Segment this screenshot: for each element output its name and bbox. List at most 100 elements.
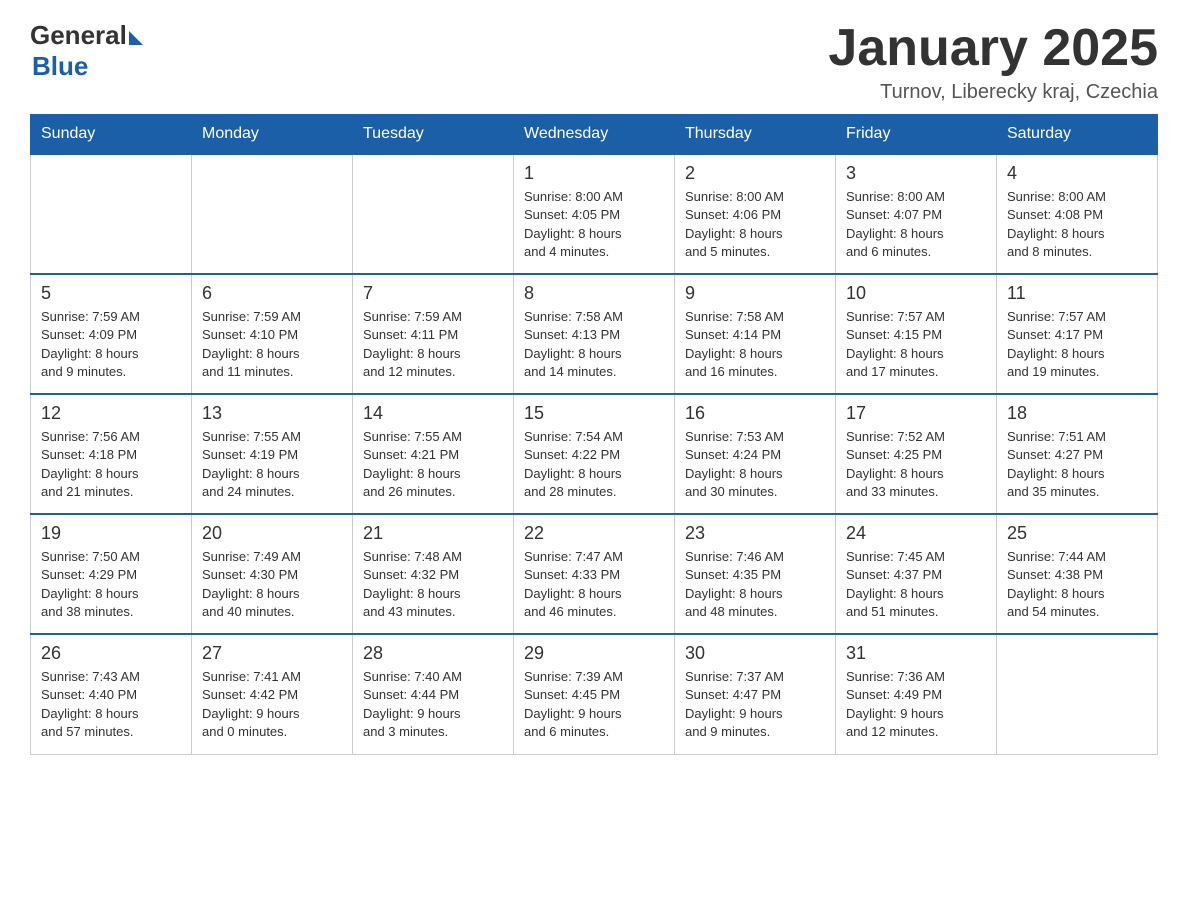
day-number: 1 (524, 163, 664, 184)
day-info: Sunrise: 7:49 AM Sunset: 4:30 PM Dayligh… (202, 548, 342, 621)
calendar-cell: 13 Sunrise: 7:55 AM Sunset: 4:19 PM Dayli… (192, 394, 353, 514)
day-info: Sunrise: 7:43 AM Sunset: 4:40 PM Dayligh… (41, 668, 181, 741)
day-number: 15 (524, 403, 664, 424)
calendar-cell: 18 Sunrise: 7:51 AM Sunset: 4:27 PM Dayli… (997, 394, 1158, 514)
week-row-5: 26Sunrise: 7:43 AM Sunset: 4:40 PM Dayli… (31, 634, 1158, 754)
day-info: Sunrise: 7:53 AM Sunset: 4:24 PM Dayligh… (685, 428, 825, 501)
day-info: Sunrise: 7:37 AM Sunset: 4:47 PM Dayligh… (685, 668, 825, 741)
calendar-cell: 16 Sunrise: 7:53 AM Sunset: 4:24 PM Dayli… (675, 394, 836, 514)
day-number: 6 (202, 283, 342, 304)
day-info: Sunrise: 7:51 AM Sunset: 4:27 PM Dayligh… (1007, 428, 1147, 501)
day-number: 16 (685, 403, 825, 424)
day-number: 28 (363, 643, 503, 664)
day-number: 8 (524, 283, 664, 304)
calendar-cell: 7 Sunrise: 7:59 AM Sunset: 4:11 PM Daylig… (353, 274, 514, 394)
calendar-cell: 20 Sunrise: 7:49 AM Sunset: 4:30 PM Dayli… (192, 514, 353, 634)
col-header-saturday: Saturday (997, 115, 1158, 155)
calendar-cell: 1 Sunrise: 8:00 AM Sunset: 4:05 PM Daylig… (514, 154, 675, 274)
week-row-4: 19Sunrise: 7:50 AM Sunset: 4:29 PM Dayli… (31, 514, 1158, 634)
day-info: Sunrise: 7:44 AM Sunset: 4:38 PM Dayligh… (1007, 548, 1147, 621)
day-number: 12 (41, 403, 181, 424)
day-info: Sunrise: 7:52 AM Sunset: 4:25 PM Dayligh… (846, 428, 986, 501)
calendar-table: SundayMondayTuesdayWednesdayThursdayFrid… (30, 114, 1158, 755)
day-number: 20 (202, 523, 342, 544)
calendar-cell: 11 Sunrise: 7:57 AM Sunset: 4:17 PM Dayli… (997, 274, 1158, 394)
calendar-header-row: SundayMondayTuesdayWednesdayThursdayFrid… (31, 115, 1158, 155)
day-number: 7 (363, 283, 503, 304)
title-section: January 2025 Turnov, Liberecky kraj, Cze… (828, 20, 1158, 104)
day-number: 19 (41, 523, 181, 544)
calendar-cell: 29Sunrise: 7:39 AM Sunset: 4:45 PM Dayli… (514, 634, 675, 754)
calendar-cell: 27 Sunrise: 7:41 AM Sunset: 4:42 PM Dayli… (192, 634, 353, 754)
week-row-3: 12 Sunrise: 7:56 AM Sunset: 4:18 PM Dayli… (31, 394, 1158, 514)
logo: General Blue (30, 20, 143, 82)
day-info: Sunrise: 7:56 AM Sunset: 4:18 PM Dayligh… (41, 428, 181, 501)
calendar-cell: 9Sunrise: 7:58 AM Sunset: 4:14 PM Daylig… (675, 274, 836, 394)
day-info: Sunrise: 8:00 AM Sunset: 4:08 PM Dayligh… (1007, 188, 1147, 261)
day-info: Sunrise: 7:57 AM Sunset: 4:15 PM Dayligh… (846, 308, 986, 381)
calendar-cell: 5 Sunrise: 7:59 AM Sunset: 4:09 PM Daylig… (31, 274, 192, 394)
day-number: 3 (846, 163, 986, 184)
calendar-cell: 3 Sunrise: 8:00 AM Sunset: 4:07 PM Daylig… (836, 154, 997, 274)
location-title: Turnov, Liberecky kraj, Czechia (828, 81, 1158, 104)
day-info: Sunrise: 7:40 AM Sunset: 4:44 PM Dayligh… (363, 668, 503, 741)
day-number: 18 (1007, 403, 1147, 424)
logo-blue-text: Blue (32, 51, 88, 82)
day-number: 29 (524, 643, 664, 664)
calendar-cell (997, 634, 1158, 754)
logo-arrow-icon (129, 31, 143, 45)
calendar-cell: 19Sunrise: 7:50 AM Sunset: 4:29 PM Dayli… (31, 514, 192, 634)
logo-general-text: General (30, 20, 127, 51)
day-number: 31 (846, 643, 986, 664)
day-info: Sunrise: 7:59 AM Sunset: 4:09 PM Dayligh… (41, 308, 181, 381)
day-info: Sunrise: 7:47 AM Sunset: 4:33 PM Dayligh… (524, 548, 664, 621)
week-row-1: 1 Sunrise: 8:00 AM Sunset: 4:05 PM Daylig… (31, 154, 1158, 274)
day-number: 9 (685, 283, 825, 304)
col-header-friday: Friday (836, 115, 997, 155)
calendar-cell: 21 Sunrise: 7:48 AM Sunset: 4:32 PM Dayli… (353, 514, 514, 634)
calendar-cell: 28 Sunrise: 7:40 AM Sunset: 4:44 PM Dayli… (353, 634, 514, 754)
day-info: Sunrise: 7:45 AM Sunset: 4:37 PM Dayligh… (846, 548, 986, 621)
week-row-2: 5 Sunrise: 7:59 AM Sunset: 4:09 PM Daylig… (31, 274, 1158, 394)
day-info: Sunrise: 7:41 AM Sunset: 4:42 PM Dayligh… (202, 668, 342, 741)
day-info: Sunrise: 7:46 AM Sunset: 4:35 PM Dayligh… (685, 548, 825, 621)
day-number: 25 (1007, 523, 1147, 544)
day-info: Sunrise: 7:57 AM Sunset: 4:17 PM Dayligh… (1007, 308, 1147, 381)
day-info: Sunrise: 8:00 AM Sunset: 4:05 PM Dayligh… (524, 188, 664, 261)
day-info: Sunrise: 7:48 AM Sunset: 4:32 PM Dayligh… (363, 548, 503, 621)
calendar-cell: 23 Sunrise: 7:46 AM Sunset: 4:35 PM Dayli… (675, 514, 836, 634)
day-info: Sunrise: 7:54 AM Sunset: 4:22 PM Dayligh… (524, 428, 664, 501)
day-number: 13 (202, 403, 342, 424)
day-info: Sunrise: 7:55 AM Sunset: 4:19 PM Dayligh… (202, 428, 342, 501)
day-info: Sunrise: 7:58 AM Sunset: 4:13 PM Dayligh… (524, 308, 664, 381)
col-header-thursday: Thursday (675, 115, 836, 155)
calendar-cell: 31Sunrise: 7:36 AM Sunset: 4:49 PM Dayli… (836, 634, 997, 754)
day-number: 11 (1007, 283, 1147, 304)
calendar-cell: 30 Sunrise: 7:37 AM Sunset: 4:47 PM Dayli… (675, 634, 836, 754)
col-header-monday: Monday (192, 115, 353, 155)
day-info: Sunrise: 7:59 AM Sunset: 4:10 PM Dayligh… (202, 308, 342, 381)
day-number: 2 (685, 163, 825, 184)
day-number: 5 (41, 283, 181, 304)
calendar-cell: 6 Sunrise: 7:59 AM Sunset: 4:10 PM Daylig… (192, 274, 353, 394)
col-header-sunday: Sunday (31, 115, 192, 155)
day-info: Sunrise: 8:00 AM Sunset: 4:07 PM Dayligh… (846, 188, 986, 261)
month-title: January 2025 (828, 20, 1158, 77)
day-number: 21 (363, 523, 503, 544)
day-number: 24 (846, 523, 986, 544)
calendar-cell (192, 154, 353, 274)
calendar-cell: 26Sunrise: 7:43 AM Sunset: 4:40 PM Dayli… (31, 634, 192, 754)
calendar-cell: 8 Sunrise: 7:58 AM Sunset: 4:13 PM Daylig… (514, 274, 675, 394)
calendar-cell (353, 154, 514, 274)
page-header: General Blue January 2025 Turnov, Libere… (30, 20, 1158, 104)
day-number: 27 (202, 643, 342, 664)
day-info: Sunrise: 7:59 AM Sunset: 4:11 PM Dayligh… (363, 308, 503, 381)
calendar-cell: 22Sunrise: 7:47 AM Sunset: 4:33 PM Dayli… (514, 514, 675, 634)
calendar-cell: 15 Sunrise: 7:54 AM Sunset: 4:22 PM Dayli… (514, 394, 675, 514)
day-number: 30 (685, 643, 825, 664)
day-number: 4 (1007, 163, 1147, 184)
col-header-wednesday: Wednesday (514, 115, 675, 155)
day-number: 23 (685, 523, 825, 544)
day-info: Sunrise: 8:00 AM Sunset: 4:06 PM Dayligh… (685, 188, 825, 261)
day-info: Sunrise: 7:55 AM Sunset: 4:21 PM Dayligh… (363, 428, 503, 501)
